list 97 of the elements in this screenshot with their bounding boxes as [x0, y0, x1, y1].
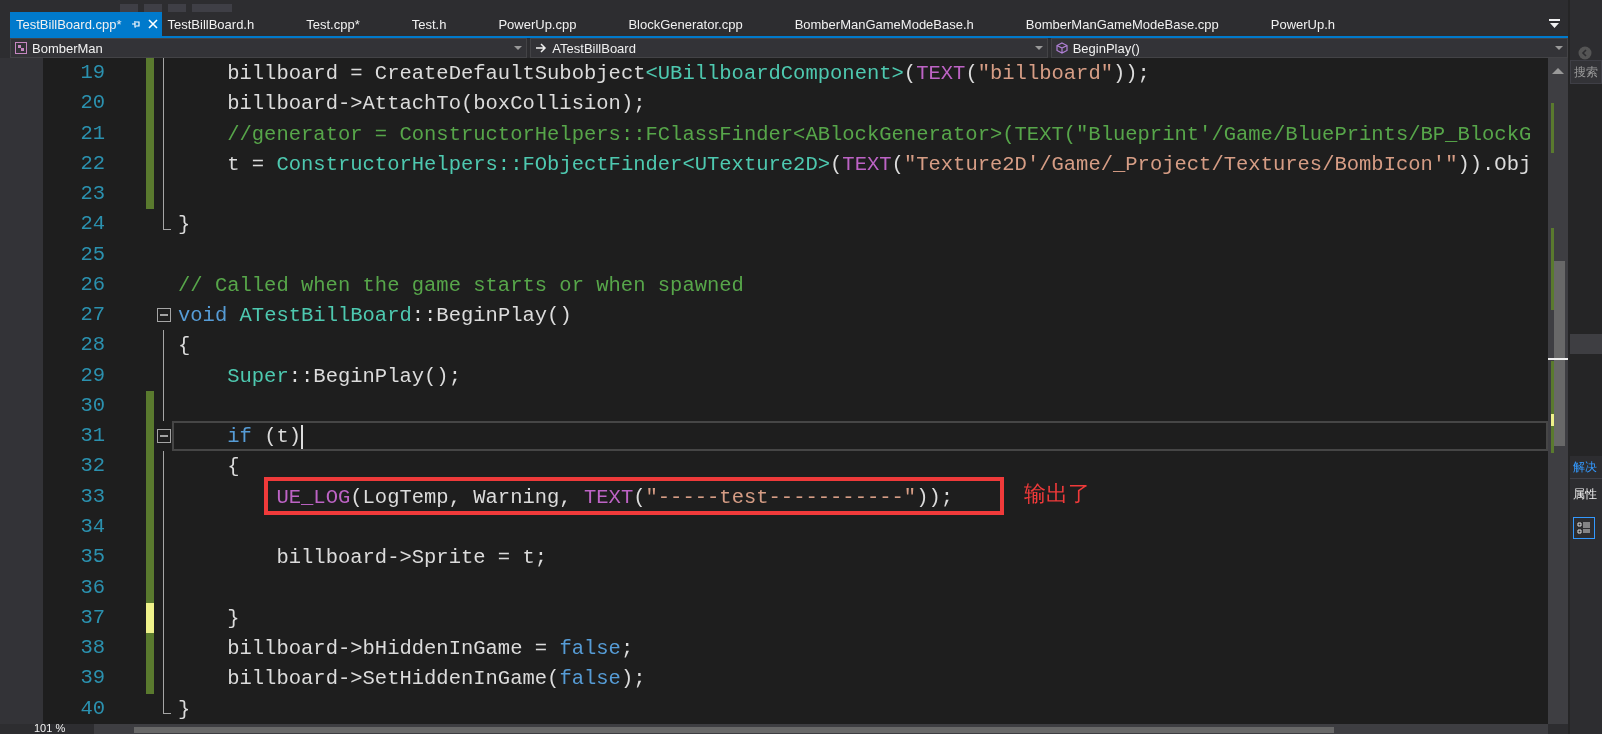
line-number: 22 [79, 150, 105, 177]
line-number: 21 [79, 120, 105, 147]
code-token: //generator = ConstructorHelpers::FClassFinder<ABlockGenerator>(TEXT("Blueprint'/Game/BluePrints/BP_BlockG [227, 122, 1532, 146]
code-token: "billboard" [977, 62, 1113, 85]
overflow-menu-icon[interactable] [1549, 19, 1560, 29]
code-token: } [178, 697, 191, 721]
line-number: 23 [79, 181, 105, 208]
collapse-icon[interactable] [157, 429, 171, 444]
code-token: ; [620, 637, 634, 661]
code-token: ); [620, 667, 646, 691]
line-number: 40 [79, 695, 105, 722]
code-token: TEXT [916, 62, 966, 85]
line-number: 30 [79, 392, 105, 419]
code-token: UE_LOG [276, 485, 351, 509]
line-number: 28 [79, 332, 105, 359]
search-field[interactable]: 搜索 [1570, 60, 1602, 84]
navigation-dropdown[interactable]: BeginPlay() [1050, 38, 1568, 58]
navigation-dropdown[interactable]: ATestBillBoard [530, 38, 1048, 58]
line-number: 35 [79, 544, 105, 571]
code-token: )); [916, 485, 954, 509]
code-token: "-----test-----------" [645, 485, 917, 509]
code-token: } [227, 606, 240, 630]
line-number: 37 [79, 604, 105, 631]
tab[interactable]: TestBillBoard.cpp* [10, 12, 162, 36]
code-token: <UBillboardComponent> [645, 62, 904, 85]
arrow-icon [535, 43, 548, 53]
code-token: TEXT [584, 485, 634, 509]
line-number: 38 [79, 635, 105, 662]
project-icon [15, 42, 27, 54]
tab[interactable]: BlockGenerator.cpp [622, 12, 789, 36]
code-token: ConstructorHelpers::FObjectFinder<UTexture2D> [276, 152, 831, 176]
code-token: } [178, 213, 191, 237]
code-token: false [559, 667, 621, 691]
code-token: { [178, 334, 191, 358]
code-token: if [227, 425, 252, 449]
code-token: ( [891, 152, 904, 176]
code-token: TEXT [842, 152, 892, 176]
list-icon [1577, 521, 1591, 535]
code-token: billboard->bHiddenInGame = [227, 637, 549, 661]
tab[interactable]: Test.cpp* [300, 12, 406, 36]
pin-icon[interactable] [129, 19, 140, 29]
line-number: 34 [79, 514, 105, 540]
line-number: 33 [79, 483, 105, 510]
line-number: 32 [79, 453, 105, 480]
caret-icon[interactable] [1555, 45, 1563, 51]
line-number: 26 [79, 271, 105, 298]
code-token: ATestBillBoard [239, 304, 412, 328]
code-token: ( [903, 62, 917, 85]
code-token: )); [1113, 62, 1150, 85]
tab[interactable]: PowerUp.cpp [492, 12, 623, 36]
line-number: 25 [79, 241, 105, 268]
panel-title: 属性 [1570, 478, 1602, 509]
code-token: billboard->Sprite = t; [276, 546, 548, 570]
line-number: 39 [79, 665, 105, 692]
code-token: )).Obj [1457, 152, 1532, 176]
zoom-level[interactable]: 101 % [0, 724, 94, 732]
code-token: Super [227, 364, 289, 388]
text-cursor [301, 424, 304, 449]
tab[interactable]: Test.h [405, 12, 493, 36]
code-token: ( [633, 485, 646, 509]
code-token: "Texture2D'/Game/_Project/Textures/BombIcon'" [903, 152, 1458, 176]
line-number: 20 [79, 90, 105, 117]
code-token: ::BeginPlay() [411, 304, 572, 328]
tab[interactable]: PowerUp.h [1264, 12, 1382, 36]
tab[interactable]: BomberManGameModeBase.cpp [1019, 12, 1265, 36]
navigation-dropdown[interactable]: BomberMan [10, 38, 528, 58]
horizontal-scrollbar[interactable] [94, 724, 1548, 734]
code-token: t = [227, 152, 266, 176]
panel-tab[interactable]: 解决 [1570, 456, 1602, 478]
code-token: // Called when the game starts or when spawned [178, 273, 744, 297]
line-number: 29 [79, 362, 105, 389]
panel-toolbar [1570, 334, 1602, 354]
code-token: ::BeginPlay(); [288, 364, 461, 388]
tab[interactable]: TestBillBoard.h [161, 12, 301, 36]
caret-icon[interactable] [1034, 45, 1043, 51]
code-token: billboard->AttachTo(boxCollision); [227, 92, 646, 116]
code-token: billboard->SetHiddenInGame( [227, 667, 560, 691]
line-number: 27 [79, 302, 105, 329]
code-token: ( [830, 152, 843, 176]
line-number: 24 [79, 211, 105, 238]
code-token: void [178, 304, 228, 328]
close-icon[interactable] [147, 19, 158, 29]
annotation-label: 输出了 [1024, 479, 1090, 508]
line-number: 36 [79, 574, 105, 601]
line-number: 19 [79, 60, 105, 86]
code-token: billboard = CreateDefaultSubobject [227, 62, 646, 85]
code-token: ( [965, 62, 978, 85]
code-token: false [559, 637, 621, 661]
tab[interactable]: BomberManGameModeBase.h [788, 12, 1020, 36]
collapse-icon[interactable] [157, 308, 171, 323]
code-token: (LogTemp, Warning, [350, 485, 573, 509]
categorized-view-button[interactable] [1573, 517, 1595, 539]
code-token: { [227, 455, 240, 479]
code-token: (t) [264, 425, 302, 449]
caret-icon[interactable] [514, 45, 523, 51]
cube-icon [1055, 42, 1068, 54]
line-number: 31 [79, 423, 105, 450]
